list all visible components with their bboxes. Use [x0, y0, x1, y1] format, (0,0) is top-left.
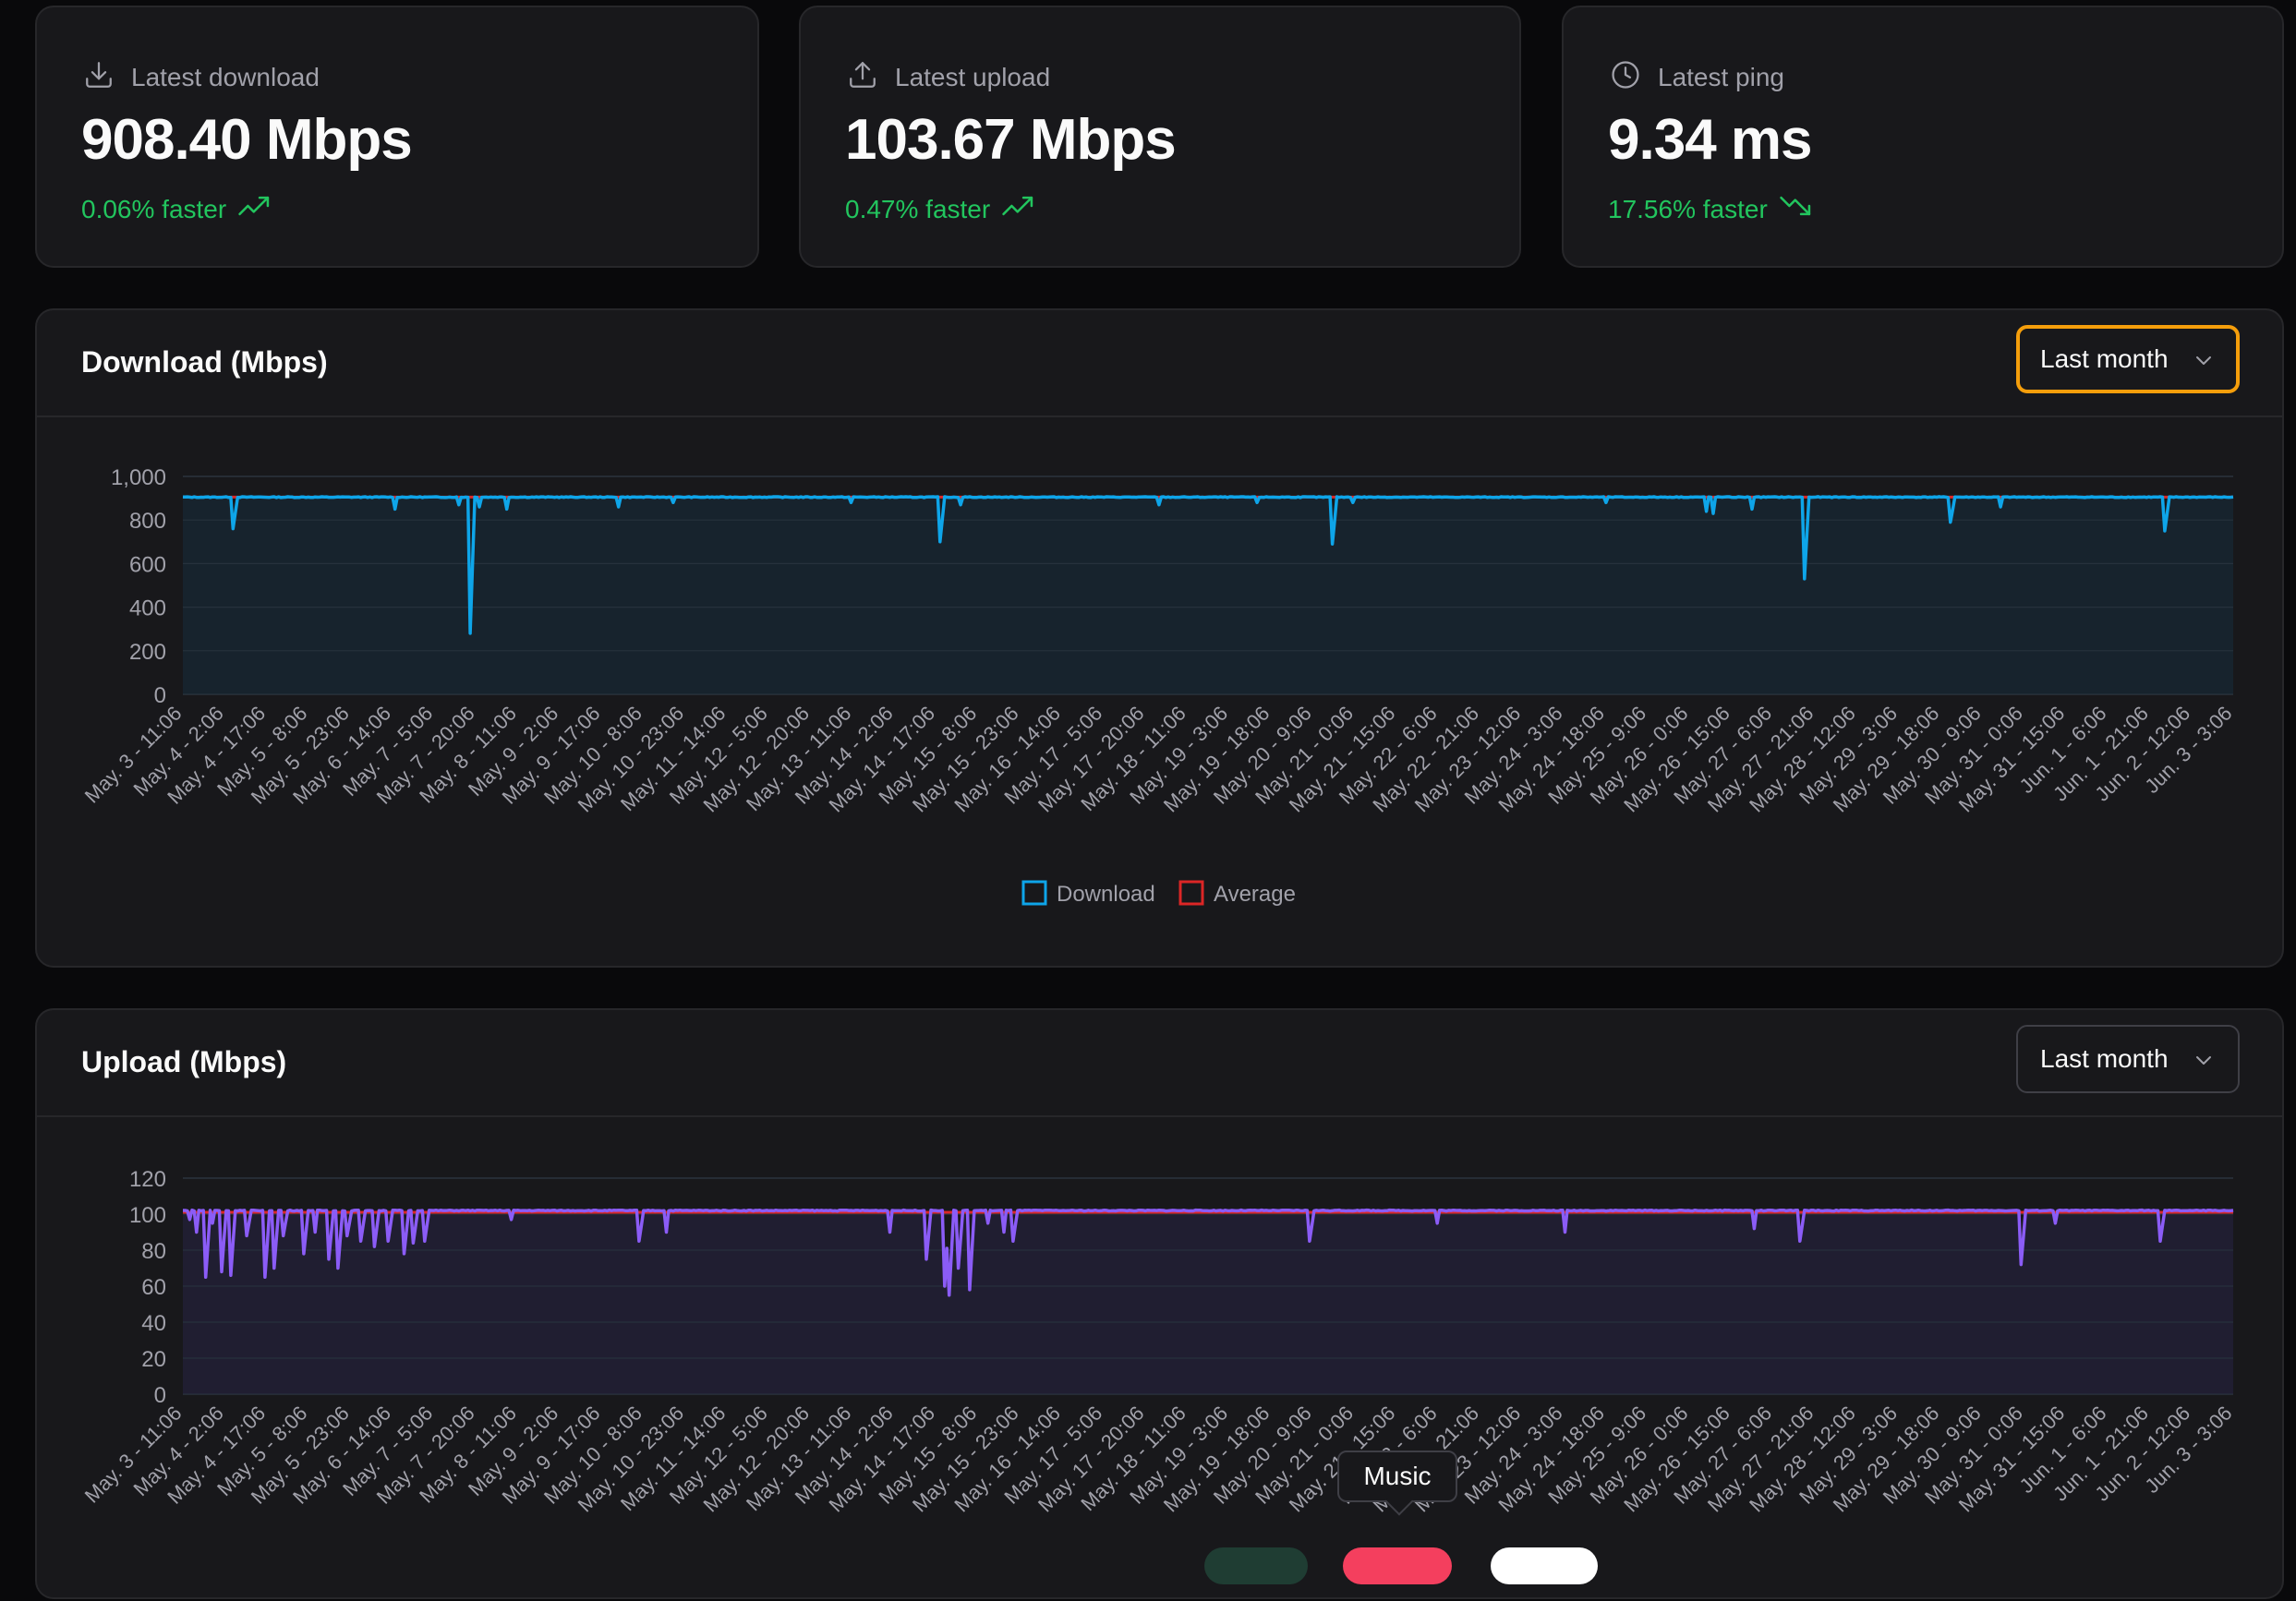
- series-area: [183, 496, 2233, 694]
- upload-chart-card: Upload (Mbps) Last month 0 20 40 60 80 100 120…: [35, 1008, 2284, 1599]
- stat-label: Latest download: [131, 62, 320, 91]
- stat-card-ping: Latest ping 9.34 ms 17.56% faster: [1562, 6, 2284, 268]
- legend-label-download: Download: [1057, 882, 1155, 907]
- trend-down-icon: [1779, 194, 1814, 224]
- stat-delta: 17.56% faster: [1608, 194, 1814, 224]
- y-tick-label: 40: [141, 1311, 166, 1336]
- y-tick-label: 120: [129, 1167, 166, 1192]
- stat-delta: 0.06% faster: [81, 194, 272, 224]
- y-tick-label: 200: [129, 640, 166, 665]
- stat-card-download: Latest download 908.40 Mbps 0.06% faster: [35, 6, 759, 268]
- trend-up-icon: [1001, 194, 1036, 224]
- download-chart-card: Download (Mbps) Last month 0 200 400 600 800…: [35, 308, 2284, 968]
- legend-label-average: Average: [1214, 882, 1296, 907]
- y-tick-label: 800: [129, 509, 166, 534]
- stat-delta: 0.47% faster: [845, 194, 1036, 224]
- y-tick-label: 20: [141, 1347, 166, 1372]
- y-tick-label: 100: [129, 1203, 166, 1228]
- y-tick-label: 60: [141, 1275, 166, 1300]
- dock-tooltip: Music: [1337, 1451, 1457, 1516]
- clock-icon: [1610, 59, 1641, 95]
- y-tick-label: 400: [129, 596, 166, 621]
- tooltip-text: Music: [1363, 1462, 1432, 1490]
- dock-music-button[interactable]: [1343, 1547, 1452, 1584]
- download-chart: 02004006008001,000May. 3 - 11:06May. 4 -…: [80, 465, 2237, 907]
- stat-value: 9.34 ms: [1608, 108, 1813, 172]
- y-tick-label: 600: [129, 552, 166, 577]
- series-area: [183, 1210, 2233, 1394]
- stat-card-upload: Latest upload 103.67 Mbps 0.47% faster: [799, 6, 1521, 268]
- stat-label: Latest ping: [1658, 62, 1784, 91]
- dock-app-button[interactable]: [1491, 1547, 1598, 1584]
- y-tick-label: 0: [154, 683, 166, 708]
- trend-up-icon: [237, 194, 272, 224]
- stat-label: Latest upload: [895, 62, 1051, 91]
- upload-icon: [847, 59, 878, 95]
- chart-legend: Download Average: [1021, 880, 1296, 907]
- legend-swatch-download: [1021, 880, 1047, 906]
- stat-value: 908.40 Mbps: [81, 108, 413, 172]
- upload-chart: 020406080100120May. 3 - 11:06May. 4 - 2:…: [80, 1167, 2237, 1516]
- y-tick-label: 80: [141, 1239, 166, 1264]
- y-tick-label: 0: [154, 1383, 166, 1408]
- stat-value: 103.67 Mbps: [845, 108, 1177, 172]
- y-tick-label: 1,000: [111, 465, 166, 490]
- legend-swatch-average: [1178, 880, 1204, 906]
- download-icon: [83, 59, 115, 95]
- dock-app-button[interactable]: [1204, 1547, 1308, 1584]
